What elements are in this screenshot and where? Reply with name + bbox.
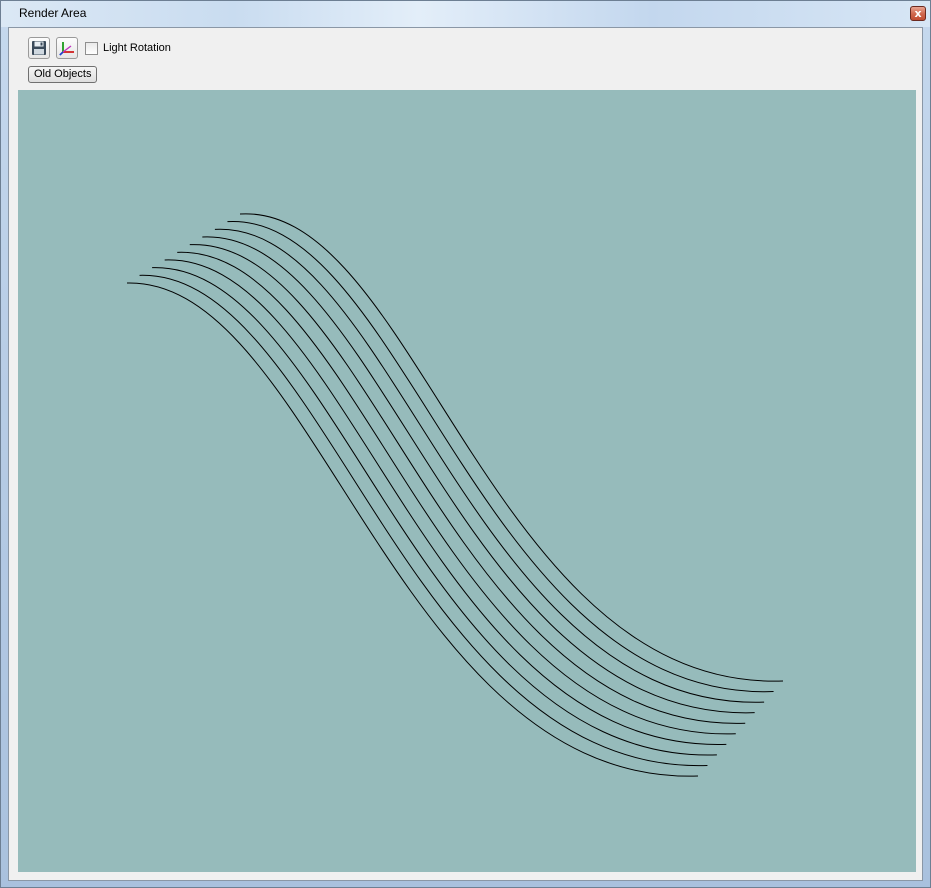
curves-canvas bbox=[126, 213, 784, 777]
old-objects-button[interactable]: Old Objects bbox=[28, 66, 98, 83]
curve-2 bbox=[139, 274, 708, 766]
xyz-axes-icon bbox=[59, 42, 74, 56]
axes-button[interactable] bbox=[56, 37, 78, 59]
curve-1 bbox=[126, 282, 699, 777]
light-rotation-label: Light Rotation bbox=[103, 42, 171, 54]
window-title: Render Area bbox=[19, 6, 87, 20]
render-viewport[interactable] bbox=[18, 90, 916, 872]
render-area-window: Render Area x Light Rotation Old Objects bbox=[0, 0, 931, 888]
light-rotation-checkbox[interactable] bbox=[85, 41, 98, 55]
client-area: Light Rotation Old Objects bbox=[8, 27, 923, 881]
close-button[interactable]: x bbox=[910, 6, 926, 21]
light-rotation-toggle[interactable]: Light Rotation bbox=[85, 40, 171, 56]
curve-10 bbox=[239, 213, 784, 682]
save-button[interactable] bbox=[28, 37, 50, 59]
curve-8 bbox=[214, 228, 765, 703]
title-bar[interactable]: Render Area x bbox=[1, 1, 930, 27]
floppy-disk-icon bbox=[32, 41, 46, 55]
curve-9 bbox=[227, 221, 774, 693]
